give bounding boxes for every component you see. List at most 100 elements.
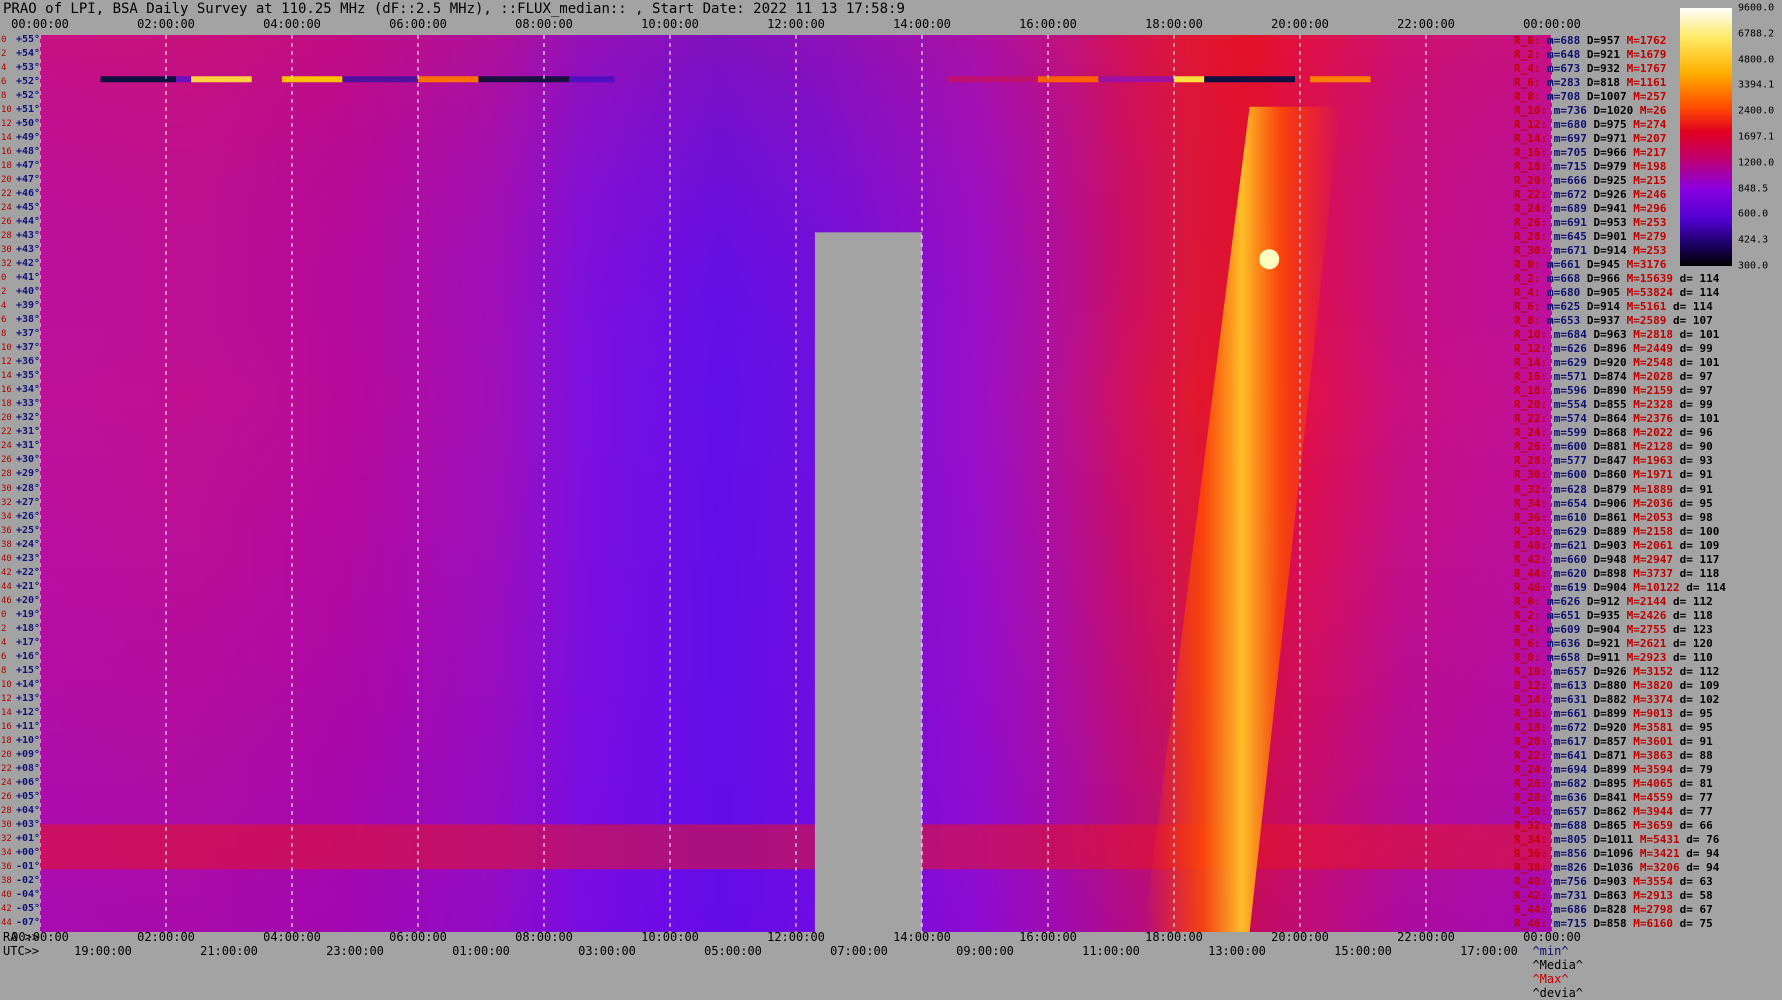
row-index: 44 <box>1 917 12 928</box>
stats-max: M=2913 <box>1633 888 1673 902</box>
stats-max: M=1762 <box>1626 34 1667 47</box>
stats-median: D=881 <box>1593 440 1627 454</box>
stats-min: m=680 <box>1553 118 1587 132</box>
stats-max: M=3152 <box>1633 664 1673 678</box>
stats-devia: d= 99 <box>1679 398 1713 412</box>
row-index: 10 <box>1 105 12 116</box>
stats-receiver: R_32: <box>1514 482 1548 496</box>
stats-min: m=660 <box>1553 552 1587 566</box>
stats-median: D=953 <box>1593 216 1627 230</box>
row-index: 36 <box>1 525 12 536</box>
stats-max: M=3206 <box>1639 860 1680 874</box>
bottom-utc-tick-label: 11:00:00 <box>1082 944 1140 958</box>
stats-min: m=577 <box>1553 454 1587 468</box>
stats-devia: d= 101 <box>1679 412 1720 426</box>
stats-max: M=253 <box>1633 244 1667 258</box>
stats-row: R_20: m=554 D=855 M=2328 d= 99 <box>1514 399 1719 411</box>
row-index: 38 <box>1 875 12 886</box>
stats-row: R_8: m=708 D=1007 M=257 <box>1514 91 1680 103</box>
stats-median: D=1020 <box>1593 104 1634 118</box>
stats-min: m=666 <box>1553 174 1587 188</box>
stats-row: R_10: m=684 D=963 M=2818 d= 101 <box>1514 329 1726 341</box>
stats-receiver: R_24: <box>1514 202 1548 216</box>
row-index: 32 <box>1 833 12 844</box>
colorbar-tick-label: 4800.0 <box>1738 54 1775 66</box>
stats-devia: d= 91 <box>1679 468 1713 482</box>
stats-receiver: R_14: <box>1514 692 1548 706</box>
legend-devia: ^devia^ <box>1532 986 1584 1000</box>
stats-devia: d= 88 <box>1679 748 1713 762</box>
stats-max: M=3659 <box>1633 818 1673 832</box>
row-index: 22 <box>1 189 12 200</box>
stats-row: R_14: m=697 D=971 M=207 <box>1514 133 1680 145</box>
stats-row: R_46: m=715 D=858 M=6160 d= 75 <box>1514 916 1719 930</box>
utc-label: UTC>> <box>3 944 40 958</box>
row-index: 14 <box>1 707 12 718</box>
stats-median: D=864 <box>1593 412 1627 426</box>
stats-receiver: R_20: <box>1514 734 1548 748</box>
stats-row: R_12: m=626 D=896 M=2449 d= 99 <box>1514 343 1719 355</box>
stats-receiver: R_24: <box>1514 426 1548 440</box>
stats-devia: d= 114 <box>1679 286 1720 300</box>
stats-row: R_40: m=621 D=903 M=2061 d= 109 <box>1514 539 1726 552</box>
top-ra-ticks: 00:00:00 02:00:00 04:00:00 06:00:00 08:00:00… <box>11 17 1581 33</box>
stats-devia: d= 97 <box>1679 370 1713 384</box>
stats-devia: d= 96 <box>1679 426 1713 440</box>
stats-receiver: R_0: <box>1514 594 1541 608</box>
stats-devia: d= 98 <box>1679 510 1713 524</box>
stats-median: D=899 <box>1593 762 1627 776</box>
stats-min: m=705 <box>1553 146 1587 160</box>
stats-min: m=708 <box>1547 90 1581 104</box>
stats-receiver: R_10: <box>1514 104 1548 118</box>
stats-receiver: R_20: <box>1514 398 1548 412</box>
row-index: 38 <box>1 539 12 550</box>
stats-max: M=2376 <box>1633 412 1673 426</box>
stats-row: R_2: m=668 D=966 M=15639 d= 114 <box>1514 273 1726 285</box>
top-tick-label: 18:00:00 <box>1145 17 1203 31</box>
stats-row: R_16: m=705 D=966 M=217 <box>1514 147 1680 159</box>
stats-median: D=896 <box>1593 342 1627 356</box>
stats-median: D=828 <box>1593 902 1627 916</box>
bottom-utc-tick-label: 15:00:00 <box>1334 944 1392 958</box>
stats-devia: d= 114 <box>1679 272 1720 286</box>
stats-max: M=2328 <box>1633 398 1673 412</box>
stats-row: R_38: m=629 D=889 M=2158 d= 100 <box>1514 524 1726 538</box>
colorbar-tick-label: 9600.0 <box>1738 2 1775 14</box>
stats-max: M=2028 <box>1633 370 1673 384</box>
row-index: 18 <box>1 399 12 410</box>
stats-median: D=920 <box>1593 720 1627 734</box>
stats-devia: d= 100 <box>1679 524 1720 538</box>
row-index: 42 <box>1 567 12 578</box>
stats-min: m=680 <box>1547 286 1581 300</box>
stats-receiver: R_10: <box>1514 664 1548 678</box>
stats-median: D=868 <box>1593 426 1627 440</box>
stats-receiver: R_44: <box>1514 902 1548 916</box>
stats-max: M=2128 <box>1633 440 1673 454</box>
stats-row: R_36: m=610 D=861 M=2053 d= 98 <box>1514 510 1719 524</box>
row-index: 6 <box>1 651 7 662</box>
colorbar-tick-label: 300.0 <box>1738 260 1769 272</box>
stats-min: m=599 <box>1553 426 1587 440</box>
stats-devia: d= 95 <box>1679 706 1713 720</box>
stats-devia: d= 95 <box>1679 720 1713 734</box>
stats-row: R_20: m=617 D=857 M=3601 d= 91 <box>1514 734 1719 748</box>
stats-devia: d= 94 <box>1686 846 1720 860</box>
stats-devia: d= 76 <box>1686 832 1720 846</box>
row-index: 14 <box>1 133 12 144</box>
stats-receiver: R_14: <box>1514 356 1548 370</box>
top-tick-label: 14:00:00 <box>893 17 951 31</box>
stats-max: M=6160 <box>1633 916 1673 930</box>
colorbar <box>1680 8 1732 266</box>
stats-row: R_32: m=628 D=879 M=1889 d= 91 <box>1514 482 1719 496</box>
stats-receiver: R_24: <box>1514 762 1548 776</box>
stats-receiver: R_16: <box>1514 706 1548 720</box>
stats-median: D=945 <box>1586 258 1620 272</box>
stats-max: M=217 <box>1633 146 1667 160</box>
stats-max: M=4559 <box>1633 790 1673 804</box>
stats-min: m=658 <box>1547 650 1581 664</box>
row-index: 12 <box>1 693 12 704</box>
stats-median: D=963 <box>1593 328 1627 342</box>
stats-max: M=2621 <box>1626 636 1667 650</box>
stats-devia: d= 91 <box>1679 482 1713 496</box>
stats-min: m=648 <box>1547 48 1581 62</box>
